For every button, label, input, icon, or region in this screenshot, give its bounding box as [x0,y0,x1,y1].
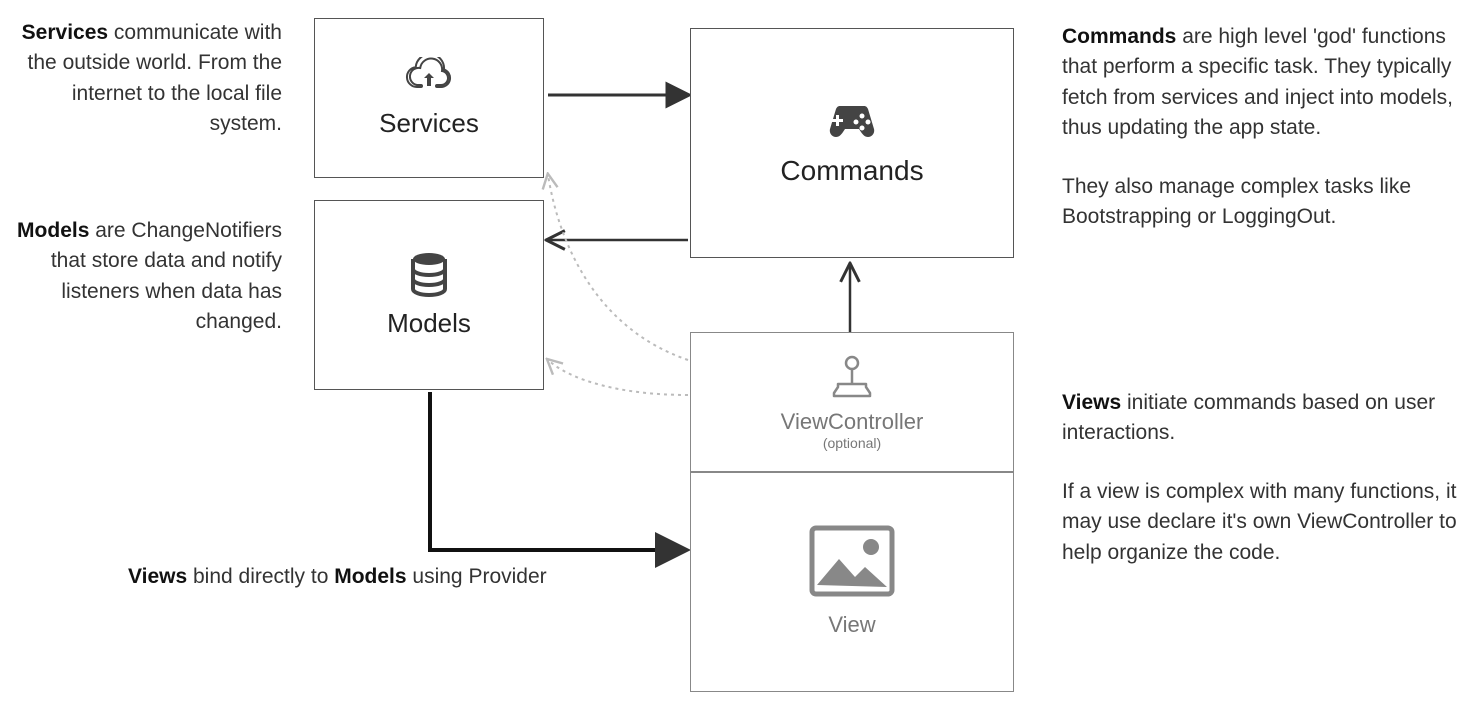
description-binding: Views bind directly to Models using Prov… [128,562,688,592]
box-models: Models [314,200,544,390]
box-services: Services [314,18,544,178]
description-views-bold: Views [1062,391,1121,414]
box-viewcontroller-sub: (optional) [823,435,881,451]
diagram-canvas: Services communicate with the outside wo… [0,0,1482,726]
description-views: Views initiate commands based on user in… [1062,388,1457,568]
arrow-viewcontroller-to-services-dotted [548,175,688,360]
description-views-para2: If a view is complex with many functions… [1062,477,1457,568]
description-commands-para2: They also manage complex tasks like Boot… [1062,172,1457,233]
box-viewcontroller-title: ViewController [781,409,924,435]
joystick-icon [832,354,872,403]
description-services-bold: Services [22,21,108,44]
image-icon [809,525,895,602]
game-controller-icon [822,100,882,149]
box-view: View [690,472,1014,692]
arrow-models-to-view [430,392,685,550]
description-binding-rest: using Provider [407,565,547,588]
box-view-title: View [828,612,875,638]
description-binding-bold1: Views [128,565,187,588]
arrow-viewcontroller-to-models-dotted [548,360,688,395]
description-binding-bold2: Models [334,565,406,588]
description-models-bold: Models [17,219,89,242]
database-icon [407,251,451,302]
description-models: Models are ChangeNotifiers that store da… [0,216,282,338]
description-binding-mid: bind directly to [187,565,334,588]
cloud-upload-icon [405,57,453,102]
box-commands: Commands [690,28,1014,258]
description-services: Services communicate with the outside wo… [0,18,282,140]
description-commands: Commands are high level 'god' functions … [1062,22,1457,233]
description-commands-bold: Commands [1062,25,1176,48]
box-models-title: Models [387,308,471,339]
box-services-title: Services [379,108,479,139]
box-viewcontroller: ViewController (optional) [690,332,1014,472]
divider-viewcontroller-view [690,472,1014,473]
box-commands-title: Commands [780,155,923,187]
